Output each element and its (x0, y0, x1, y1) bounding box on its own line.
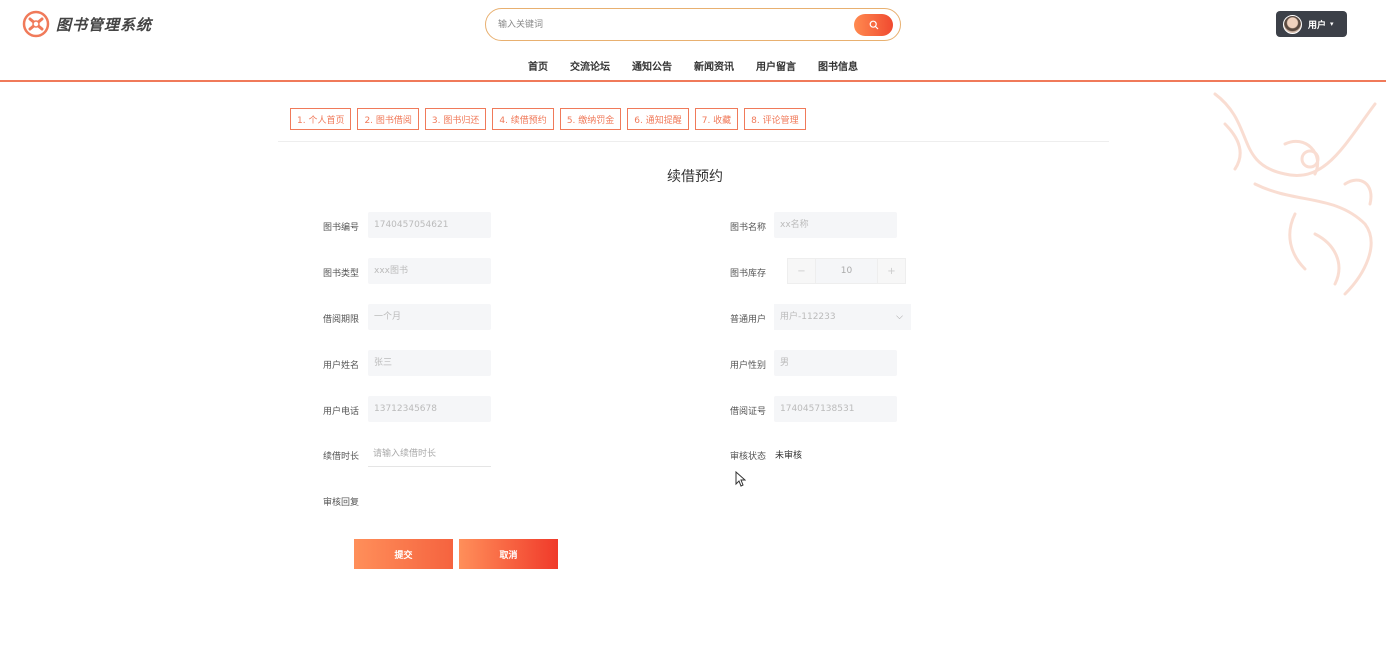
user-menu-label: 用户 (1308, 20, 1327, 31)
submit-button[interactable]: 提交 (354, 539, 453, 569)
cancel-button[interactable]: 取消 (459, 539, 558, 569)
book-type-label: 图书类型 (323, 269, 360, 279)
caret-down-icon: ▾ (1330, 20, 1334, 28)
stepper-plus-button[interactable]: + (878, 259, 905, 283)
user-select[interactable]: 用户-112233 ⌵ (774, 304, 911, 330)
form-title: 续借预约 (667, 169, 723, 185)
page: 图书管理系统 用户 ▾ 首页 交流论坛 通知公告 新闻资讯 用户留言 图书信息 (0, 0, 1386, 668)
nav-item-home[interactable]: 首页 (517, 58, 559, 73)
search-icon (869, 20, 878, 30)
renew-duration-label: 续借时长 (323, 452, 360, 462)
period-label: 借阅期限 (323, 315, 360, 325)
user-select-value: 用户-112233 (780, 312, 836, 322)
user-name-label: 用户姓名 (323, 361, 360, 371)
user-label: 普通用户 (730, 315, 767, 325)
logo[interactable]: 图书管理系统 (22, 10, 152, 38)
user-phone-label: 用户电话 (323, 407, 360, 417)
renew-duration-input[interactable] (368, 441, 491, 467)
tab-favorites[interactable]: 7. 收藏 (694, 108, 739, 130)
card-no-label: 借阅证号 (730, 407, 767, 417)
stock-label: 图书库存 (730, 269, 767, 279)
book-type-field[interactable]: xxx图书 (368, 258, 491, 284)
review-status-label: 审核状态 (730, 452, 767, 462)
tab-comments[interactable]: 8. 评论管理 (744, 108, 806, 130)
review-status-value: 未审核 (775, 451, 803, 461)
divider (278, 141, 1109, 142)
chevron-down-icon: ⌵ (896, 312, 903, 322)
header: 图书管理系统 用户 ▾ 首页 交流论坛 通知公告 新闻资讯 用户留言 图书信息 (0, 0, 1386, 82)
tab-renew[interactable]: 4. 续借预约 (492, 108, 554, 130)
stepper-value[interactable]: 10 (815, 259, 878, 283)
nav-item-books[interactable]: 图书信息 (807, 58, 869, 73)
nav-item-forum[interactable]: 交流论坛 (559, 58, 621, 73)
user-center-tabs: 1. 个人首页 2. 图书借阅 3. 图书归还 4. 续借预约 5. 缴纳罚金 … (290, 108, 806, 130)
user-phone-field[interactable]: 13712345678 (368, 396, 491, 422)
user-gender-label: 用户性别 (730, 361, 767, 371)
nav-item-news[interactable]: 新闻资讯 (683, 58, 745, 73)
app-title: 图书管理系统 (56, 15, 153, 34)
period-field[interactable]: 一个月 (368, 304, 491, 330)
avatar (1283, 14, 1302, 34)
book-no-label: 图书编号 (323, 223, 360, 233)
nav-item-notice[interactable]: 通知公告 (621, 58, 683, 73)
stepper-minus-button[interactable]: − (788, 259, 815, 283)
main-nav: 首页 交流论坛 通知公告 新闻资讯 用户留言 图书信息 (0, 58, 1386, 73)
tab-reminder[interactable]: 6. 通知提醒 (627, 108, 689, 130)
tab-fine[interactable]: 5. 缴纳罚金 (559, 108, 622, 130)
user-gender-field[interactable]: 男 (774, 350, 897, 376)
book-no-field[interactable]: 1740457054621 (368, 212, 491, 238)
book-name-field[interactable]: xx名称 (774, 212, 897, 238)
review-reply-label: 审核回复 (323, 498, 360, 508)
search-input[interactable] (498, 15, 838, 35)
dragon-decoration-icon (1213, 92, 1377, 296)
tab-return[interactable]: 3. 图书归还 (424, 108, 487, 130)
tab-borrow[interactable]: 2. 图书借阅 (357, 108, 419, 130)
logo-icon (22, 10, 50, 38)
book-name-label: 图书名称 (730, 223, 767, 233)
mouse-cursor-icon (735, 471, 746, 487)
nav-item-messages[interactable]: 用户留言 (745, 58, 807, 73)
tab-home[interactable]: 1. 个人首页 (290, 108, 352, 130)
search-bar (485, 8, 901, 41)
user-name-field[interactable]: 张三 (368, 350, 491, 376)
stock-stepper: − 10 + (787, 258, 906, 284)
search-button[interactable] (854, 14, 893, 36)
user-menu-button[interactable]: 用户 ▾ (1276, 11, 1347, 37)
card-no-field[interactable]: 1740457138531 (774, 396, 897, 422)
